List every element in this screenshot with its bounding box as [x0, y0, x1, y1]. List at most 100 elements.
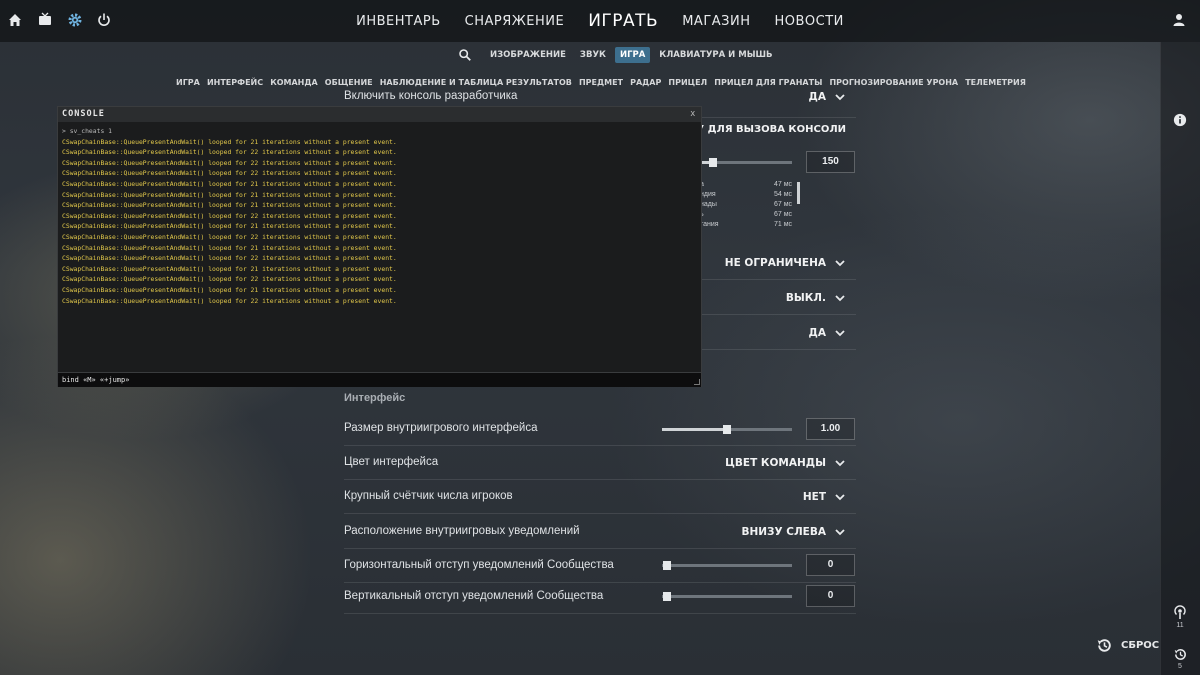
setting-value: ДА [808, 91, 826, 103]
chevron-down-icon [835, 494, 845, 501]
setting-row-hud-scale: Размер внутриигрового интерфейса 1.00 [344, 412, 856, 446]
tab-game[interactable]: ИГРА [176, 78, 200, 87]
history-count: 5 [1178, 663, 1182, 670]
console-line: CSwapChainBase::QueuePresentAndWait() lo… [62, 264, 397, 273]
home-icon[interactable] [6, 11, 24, 29]
setting-row-notification-horizontal: Горизонтальный отступ уведомлений Сообще… [344, 549, 856, 583]
setting-row-hud-color[interactable]: Цвет интерфейса ЦВЕТ КОМАНДЫ [344, 446, 856, 480]
setting-label: Крупный счётчик числа игроков [344, 490, 513, 502]
right-sidebar [1160, 42, 1200, 675]
info-icon[interactable] [1171, 111, 1189, 129]
console-line: CSwapChainBase::QueuePresentAndWait() lo… [62, 190, 397, 199]
console-lines: CSwapChainBase::QueuePresentAndWait() lo… [62, 137, 692, 307]
reset-button[interactable]: СБРОС [1096, 635, 1159, 655]
chevron-down-icon [835, 529, 845, 536]
console-line: CSwapChainBase::QueuePresentAndWait() lo… [62, 232, 397, 241]
chevron-down-icon [835, 94, 845, 101]
power-icon[interactable] [95, 11, 113, 29]
setting-label: Вертикальный отступ уведомлений Сообщест… [344, 590, 604, 602]
gear-icon[interactable] [66, 11, 84, 29]
setting-row-notification-vertical: Вертикальный отступ уведомлений Сообщест… [344, 580, 856, 614]
console-input[interactable]: bind «M» «+jump» [58, 372, 701, 387]
setting-label: Горизонтальный отступ уведомлений Сообще… [344, 559, 614, 571]
setting-row-player-count[interactable]: Крупный счётчик числа игроков НЕТ [344, 480, 856, 514]
reset-label: СБРОС [1121, 639, 1160, 651]
setting-label: Цвет интерфейса [344, 456, 439, 468]
console-line: CSwapChainBase::QueuePresentAndWait() lo… [62, 211, 397, 220]
category-game[interactable]: ИГРА [614, 47, 651, 63]
console-line: CSwapChainBase::QueuePresentAndWait() lo… [62, 254, 397, 263]
setting-value: ЦВЕТ КОМАНДЫ [725, 457, 826, 469]
latency-value: 47 мс [774, 181, 793, 188]
latency-value: 67 мс [774, 201, 793, 208]
setting-value: НЕТ [802, 491, 826, 503]
console-line: CSwapChainBase::QueuePresentAndWait() lo… [62, 137, 397, 146]
main-nav: ИНВЕНТАРЬ СНАРЯЖЕНИЕ ИГРАТЬ МАГАЗИН НОВО… [356, 0, 843, 42]
console-line: CSwapChainBase::QueuePresentAndWait() lo… [62, 179, 397, 188]
nav-play[interactable]: ИГРАТЬ [576, 11, 670, 31]
settings-category-nav: ИЗОБРАЖЕНИЕ ЗВУК ИГРА КЛАВИАТУРА И МЫШЬ [455, 45, 778, 65]
user-icon[interactable] [1170, 11, 1188, 29]
nav-news[interactable]: НОВОСТИ [762, 14, 855, 29]
console-line: CSwapChainBase::QueuePresentAndWait() lo… [62, 148, 397, 157]
console-line: CSwapChainBase::QueuePresentAndWait() lo… [62, 201, 397, 210]
resize-handle-icon[interactable] [694, 379, 700, 385]
console-line: CSwapChainBase::QueuePresentAndWait() lo… [62, 275, 397, 284]
console-titlebar[interactable]: CONSOLE x [58, 107, 701, 122]
chevron-down-icon [835, 330, 845, 337]
console-line: CSwapChainBase::QueuePresentAndWait() lo… [62, 222, 397, 231]
vertical-offset-input[interactable]: 0 [806, 585, 855, 607]
setting-label: Размер внутриигрового интерфейса [344, 422, 538, 434]
horizontal-offset-input[interactable]: 0 [806, 554, 855, 576]
hud-scale-slider[interactable] [662, 425, 792, 434]
console-window[interactable]: CONSOLE x > sv_cheats 1 CSwapChainBase::… [57, 106, 702, 387]
setting-value: ДА [808, 327, 826, 339]
console-line: CSwapChainBase::QueuePresentAndWait() lo… [62, 169, 397, 178]
setting-value-input[interactable]: 150 [806, 151, 855, 173]
console-input-text: bind «M» «+jump» [62, 376, 130, 384]
console-output: > sv_cheats 1 CSwapChainBase::QueuePrese… [62, 126, 692, 371]
console-line: CSwapChainBase::QueuePresentAndWait() lo… [62, 296, 397, 305]
latency-value: 71 мс [774, 221, 793, 228]
broadcast-count: 11 [1176, 622, 1184, 629]
tab-team[interactable]: КОМАНДА [270, 78, 318, 87]
category-video[interactable]: ИЗОБРАЖЕНИЕ [485, 47, 571, 63]
top-bar: ИНВЕНТАРЬ СНАРЯЖЕНИЕ ИГРАТЬ МАГАЗИН НОВО… [0, 0, 1200, 42]
horizontal-offset-slider[interactable] [662, 561, 792, 570]
history-icon[interactable] [1171, 645, 1189, 663]
category-audio[interactable]: ЗВУК [575, 47, 611, 63]
nav-loadout[interactable]: СНАРЯЖЕНИЕ [453, 14, 577, 29]
chevron-down-icon [835, 295, 845, 302]
console-line: CSwapChainBase::QueuePresentAndWait() lo… [62, 158, 397, 167]
console-title: CONSOLE [62, 109, 105, 119]
setting-value: ВНИЗУ СЛЕВА [741, 526, 826, 538]
nav-store[interactable]: МАГАЗИН [670, 14, 762, 29]
setting-value: НЕ ОГРАНИЧЕНА [724, 257, 826, 269]
tv-icon[interactable] [36, 11, 54, 29]
nav-inventory[interactable]: ИНВЕНТАРЬ [344, 14, 453, 29]
reset-icon [1097, 638, 1111, 652]
close-icon[interactable]: x [691, 108, 696, 118]
latency-value: 54 мс [774, 191, 793, 198]
chevron-down-icon [835, 260, 845, 267]
section-title-interface: Интерфейс [344, 392, 406, 404]
category-keyboard-mouse[interactable]: КЛАВИАТУРА И МЫШЬ [654, 47, 777, 63]
setting-value: ВЫКЛ. [785, 292, 826, 304]
latency-region-label: ндия [700, 191, 716, 198]
tab-telemetry[interactable]: ТЕЛЕМЕТРИЯ [965, 78, 1026, 87]
setting-row-notification-position[interactable]: Расположение внутриигровых уведомлений В… [344, 515, 856, 549]
hud-scale-input[interactable]: 1.00 [806, 418, 855, 440]
latency-region-label: нады [700, 201, 717, 208]
latency-region-label: тания [700, 221, 719, 228]
scrollbar[interactable] [797, 182, 800, 204]
chevron-down-icon [835, 460, 845, 467]
vertical-offset-slider[interactable] [662, 592, 792, 601]
tab-interface[interactable]: ИНТЕРФЕЙС [207, 78, 263, 87]
console-line: CSwapChainBase::QueuePresentAndWait() lo… [62, 285, 397, 294]
console-line: CSwapChainBase::QueuePresentAndWait() lo… [62, 243, 397, 252]
setting-label: Включить консоль разработчика [344, 90, 518, 102]
console-command-echo: > sv_cheats 1 [62, 127, 113, 135]
latency-value: 67 мс [774, 211, 793, 218]
broadcast-icon[interactable] [1171, 603, 1189, 621]
search-icon[interactable] [455, 45, 475, 65]
